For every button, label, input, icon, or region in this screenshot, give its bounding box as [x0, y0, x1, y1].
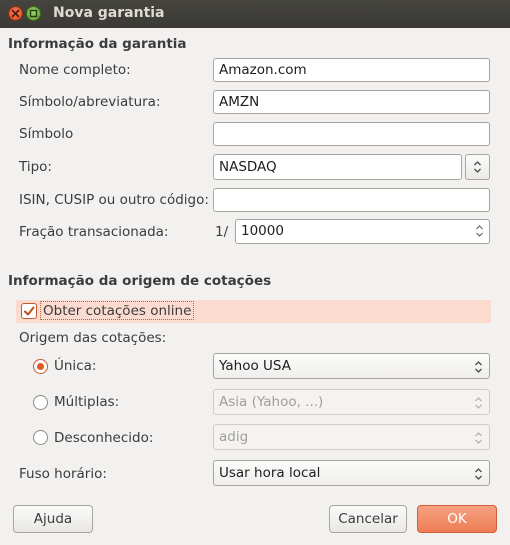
single-source-value: Yahoo USA [219, 358, 291, 374]
ok-button[interactable]: OK [417, 505, 497, 533]
unknown-source-value: adig [219, 429, 249, 445]
fraction-spin-input[interactable]: 10000 [235, 219, 490, 244]
close-icon [11, 9, 20, 18]
new-security-dialog: Nova garantia Informação da garantia Nom… [0, 0, 510, 545]
code-input[interactable] [213, 188, 490, 212]
fraction-prefix: 1/ [215, 224, 229, 240]
code-label: ISIN, CUSIP ou outro código: [19, 192, 209, 208]
security-info-heading: Informação da garantia [8, 36, 187, 52]
single-source-radio[interactable] [33, 359, 48, 374]
maximize-window-button[interactable] [26, 6, 41, 21]
type-combo-entry[interactable]: NASDAQ [213, 154, 462, 180]
updown-arrows-icon [475, 468, 482, 480]
fraction-value: 10000 [241, 223, 284, 239]
maximize-icon [29, 9, 38, 18]
quote-origin-label: Origem das cotações: [19, 330, 167, 346]
unknown-source-radio[interactable] [33, 430, 48, 445]
type-label: Tipo: [19, 159, 52, 175]
multiple-source-combo: Asia (Yahoo, ...) [213, 389, 490, 415]
full-name-input[interactable]: Amazon.com [213, 58, 490, 82]
unknown-source-combo: adig [213, 424, 490, 450]
timezone-value: Usar hora local [219, 465, 321, 481]
timezone-label: Fuso horário: [19, 466, 107, 482]
unknown-source-label[interactable]: Desconhecido: [54, 430, 153, 446]
online-quotes-checkbox[interactable] [21, 303, 37, 319]
spin-arrows-icon[interactable] [475, 224, 484, 238]
title-bar: Nova garantia [0, 0, 510, 28]
timezone-combo[interactable]: Usar hora local [213, 460, 490, 486]
symbol-label: Símbolo [19, 126, 74, 142]
updown-arrows-icon [475, 432, 482, 444]
updown-arrows-icon [474, 161, 481, 173]
online-quotes-label[interactable]: Obter cotações online [40, 301, 195, 320]
checkmark-icon [24, 306, 35, 316]
quote-source-heading: Informação da origem de cotações [8, 273, 272, 289]
online-quotes-row[interactable]: Obter cotações online [16, 300, 491, 323]
multiple-source-radio[interactable] [33, 395, 48, 410]
abbreviation-input[interactable]: AMZN [213, 90, 490, 114]
single-source-combo[interactable]: Yahoo USA [213, 353, 490, 379]
multiple-source-value: Asia (Yahoo, ...) [219, 394, 324, 410]
help-button[interactable]: Ajuda [13, 505, 93, 533]
fraction-label: Fração transacionada: [19, 224, 169, 240]
multiple-source-label[interactable]: Múltiplas: [54, 394, 119, 410]
close-window-button[interactable] [8, 6, 23, 21]
type-dropdown-button[interactable] [465, 154, 490, 180]
single-source-label[interactable]: Única: [54, 358, 96, 374]
window-title: Nova garantia [53, 5, 165, 21]
updown-arrows-icon [475, 397, 482, 409]
full-name-label: Nome completo: [19, 62, 131, 78]
updown-arrows-icon [475, 361, 482, 373]
cancel-button[interactable]: Cancelar [329, 505, 407, 533]
abbreviation-label: Símbolo/abreviatura: [19, 94, 161, 110]
symbol-input[interactable] [213, 122, 490, 146]
